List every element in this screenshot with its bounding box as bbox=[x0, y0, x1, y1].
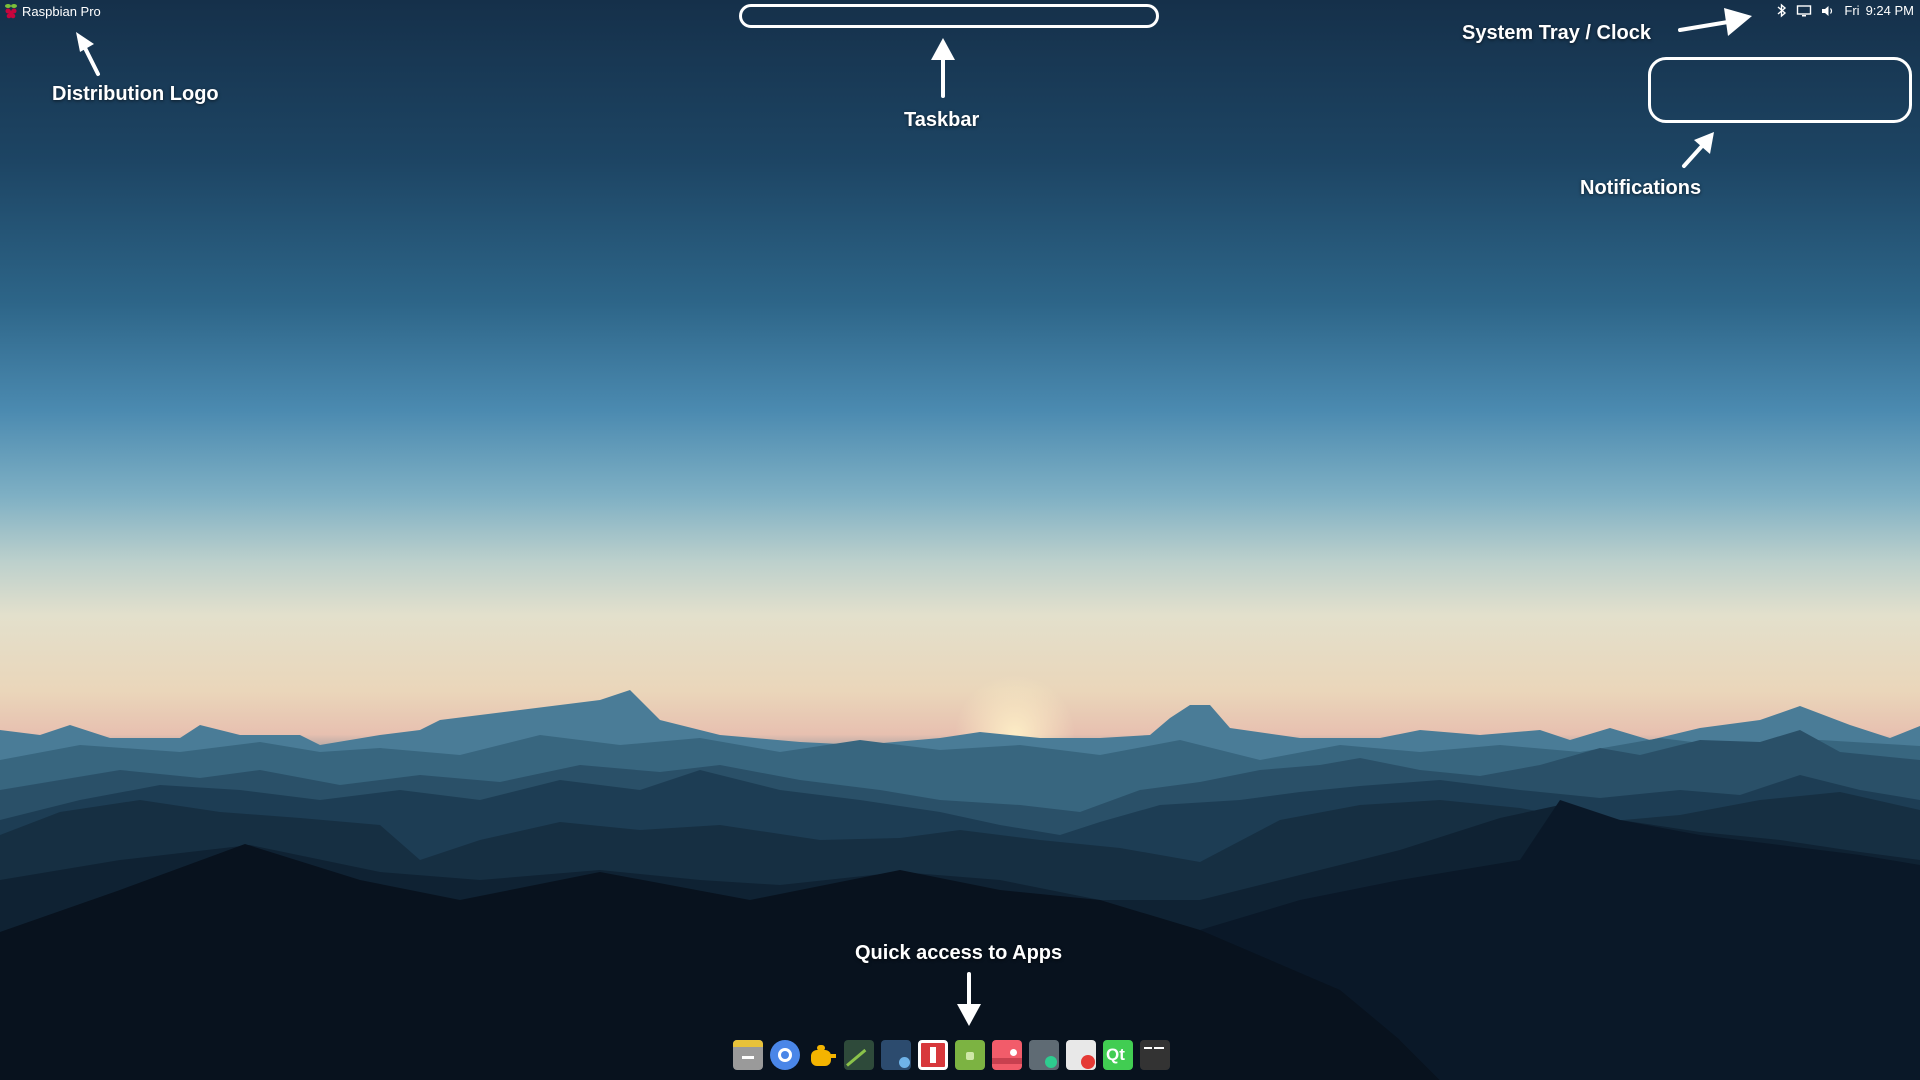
clock-day: Fri bbox=[1844, 3, 1860, 18]
volume-icon[interactable] bbox=[1820, 4, 1836, 18]
arrow-to-notifications bbox=[1682, 132, 1714, 168]
arrow-to-dock bbox=[957, 972, 981, 1026]
annotation-quick-access: Quick access to Apps bbox=[855, 942, 1063, 964]
arrow-to-logo bbox=[76, 32, 100, 76]
clock[interactable]: Fri 9:24 PM bbox=[1844, 3, 1914, 18]
annotation-taskbar: Taskbar bbox=[904, 109, 980, 131]
geany-editor-icon[interactable] bbox=[844, 1040, 874, 1070]
image-viewer-icon[interactable] bbox=[992, 1040, 1022, 1070]
archive-manager-icon[interactable] bbox=[918, 1040, 948, 1070]
arrow-to-tray bbox=[1678, 8, 1752, 36]
screenshot-tool-icon[interactable] bbox=[881, 1040, 911, 1070]
notifications-area[interactable] bbox=[1648, 57, 1912, 123]
system-tray: Fri 9:24 PM bbox=[1776, 3, 1914, 18]
annotation-system-tray: System Tray / Clock bbox=[1462, 22, 1651, 44]
distribution-name: Raspbian Pro bbox=[22, 3, 101, 19]
calculator-icon[interactable] bbox=[1029, 1040, 1059, 1070]
mountain-landscape-wallpaper bbox=[0, 675, 1920, 1080]
file-manager-icon[interactable] bbox=[733, 1040, 763, 1070]
chromium-browser-icon[interactable] bbox=[770, 1040, 800, 1070]
terminal-icon[interactable] bbox=[1140, 1040, 1170, 1070]
taskbar-area[interactable] bbox=[739, 4, 1159, 28]
bluetooth-icon[interactable] bbox=[1776, 3, 1788, 18]
qt-creator-icon[interactable]: Qt bbox=[1103, 1040, 1133, 1070]
arrow-to-taskbar bbox=[931, 38, 955, 98]
text-editor-icon[interactable] bbox=[1066, 1040, 1096, 1070]
raspberry-pi-logo-icon bbox=[5, 4, 17, 19]
android-app-icon[interactable] bbox=[955, 1040, 985, 1070]
annotation-notifications: Notifications bbox=[1580, 177, 1702, 199]
app-dock: Qt bbox=[733, 1040, 1170, 1070]
display-icon[interactable] bbox=[1796, 4, 1812, 18]
annotation-distribution-logo: Distribution Logo bbox=[52, 83, 219, 105]
clock-time: 9:24 PM bbox=[1865, 3, 1914, 18]
teapot-app-icon[interactable] bbox=[807, 1040, 837, 1070]
distribution-logo[interactable]: Raspbian Pro bbox=[4, 3, 101, 19]
